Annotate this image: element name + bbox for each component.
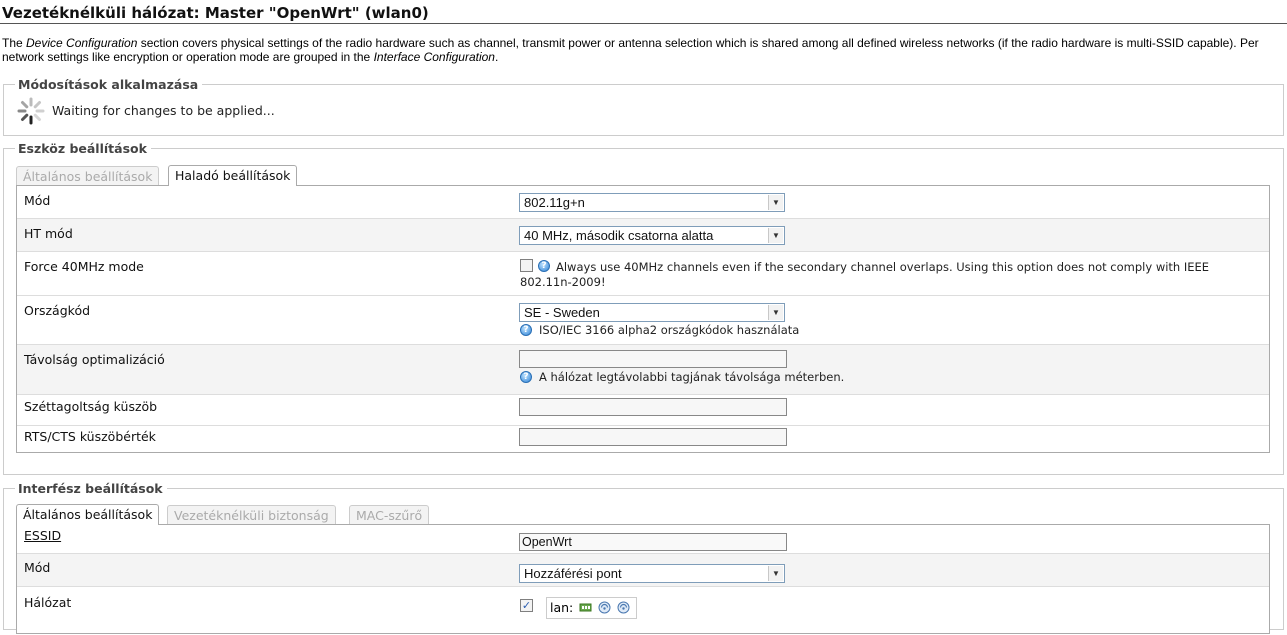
intro-part-2: section covers physical settings of the … xyxy=(2,36,1259,64)
country-code-select[interactable]: SE - Sweden xyxy=(519,303,785,322)
intro-interface-configuration: Interface Configuration xyxy=(373,50,495,64)
country-code-help: ISO/IEC 3166 alpha2 országkódok használa… xyxy=(539,323,800,337)
intro-part-1: The xyxy=(2,36,27,50)
page-title: Vezetéknélküli hálózat: Master "OpenWrt"… xyxy=(2,4,429,22)
country-code-label: Országkód xyxy=(24,303,91,318)
row-essid: ESSID OpenWrt xyxy=(17,525,1269,554)
chevron-down-icon xyxy=(768,195,783,210)
distance-help: A hálózat legtávolabbi tagjának távolság… xyxy=(539,370,845,384)
fragmentation-label: Széttagoltság küszöb xyxy=(24,399,158,414)
apply-changes-legend: Módosítások alkalmazása xyxy=(15,77,203,92)
tab-iface-general[interactable]: Általános beállítások xyxy=(16,504,160,525)
distance-input[interactable] xyxy=(519,350,787,368)
row-network: Hálózat ✓ lan: xyxy=(17,587,1269,635)
ht-mode-label: HT mód xyxy=(24,226,73,241)
force-40mhz-label: Force 40MHz mode xyxy=(24,259,144,274)
wireless-icon xyxy=(598,601,611,614)
row-force-40mhz: Force 40MHz mode ? Always use 40MHz chan… xyxy=(17,252,1269,296)
chevron-down-icon xyxy=(768,305,783,320)
row-iface-mode: Mód Hozzáférési pont xyxy=(17,554,1269,587)
distance-label: Távolság optimalizáció xyxy=(24,352,165,367)
row-country-code: Országkód SE - Sweden ? ISO/IEC 3166 alp… xyxy=(17,296,1269,345)
network-lan-checkbox[interactable]: ✓ xyxy=(520,599,533,612)
row-fragmentation: Széttagoltság küszöb xyxy=(17,395,1269,426)
title-divider xyxy=(0,23,1287,24)
help-icon: ? xyxy=(520,324,532,336)
ethernet-icon xyxy=(579,603,592,612)
tab-mac-filter[interactable]: MAC-szűrő xyxy=(349,505,430,525)
fragmentation-input[interactable] xyxy=(519,398,787,416)
essid-input[interactable]: OpenWrt xyxy=(519,533,787,551)
essid-label: ESSID xyxy=(24,528,62,543)
rts-cts-label: RTS/CTS küszöbérték xyxy=(24,429,156,444)
row-mode: Mód 802.11g+n xyxy=(17,186,1269,219)
row-distance: Távolság optimalizáció ? A hálózat legtá… xyxy=(17,345,1269,395)
intro-part-3: . xyxy=(494,50,499,64)
intro-device-configuration: Device Configuration xyxy=(26,36,138,50)
iface-mode-label: Mód xyxy=(24,560,51,575)
wireless-icon xyxy=(617,601,630,614)
interface-general-panel: ESSID OpenWrt Mód Hozzáférési pont Hálóz… xyxy=(16,524,1270,634)
iface-mode-select-value: Hozzáférési pont xyxy=(524,566,622,581)
network-lan-label: lan: xyxy=(550,600,574,615)
row-ht-mode: HT mód 40 MHz, második csatorna alatta xyxy=(17,219,1269,252)
device-advanced-panel: Mód 802.11g+n HT mód 40 MHz, második csa… xyxy=(16,185,1270,453)
iface-mode-select[interactable]: Hozzáférési pont xyxy=(519,564,785,583)
help-icon: ? xyxy=(520,371,532,383)
rts-cts-input[interactable] xyxy=(519,428,787,446)
mode-select[interactable]: 802.11g+n xyxy=(519,193,785,212)
apply-status-text: Waiting for changes to be applied... xyxy=(52,103,275,118)
tab-advanced-settings[interactable]: Haladó beállítások xyxy=(168,165,298,186)
country-code-select-value: SE - Sweden xyxy=(524,305,600,320)
tab-wireless-security[interactable]: Vezetéknélküli biztonság xyxy=(167,505,336,525)
ht-mode-select[interactable]: 40 MHz, második csatorna alatta xyxy=(519,226,785,245)
device-settings-legend: Eszköz beállítások xyxy=(15,141,151,156)
chevron-down-icon xyxy=(768,228,783,243)
interface-settings-legend: Interfész beállítások xyxy=(15,481,167,496)
network-label: Hálózat xyxy=(24,595,72,610)
network-lan-badge: lan: xyxy=(546,597,637,619)
spinner-icon xyxy=(17,97,45,125)
ht-mode-select-value: 40 MHz, második csatorna alatta xyxy=(524,228,714,243)
intro-text: The Device Configuration section covers … xyxy=(2,36,1282,64)
row-rts-cts: RTS/CTS küszöbérték xyxy=(17,426,1269,453)
force-40mhz-help: Always use 40MHz channels even if the se… xyxy=(520,260,1210,289)
chevron-down-icon xyxy=(768,566,783,581)
mode-label: Mód xyxy=(24,193,51,208)
tab-general-settings[interactable]: Általános beállítások xyxy=(16,166,160,186)
mode-select-value: 802.11g+n xyxy=(524,195,585,210)
